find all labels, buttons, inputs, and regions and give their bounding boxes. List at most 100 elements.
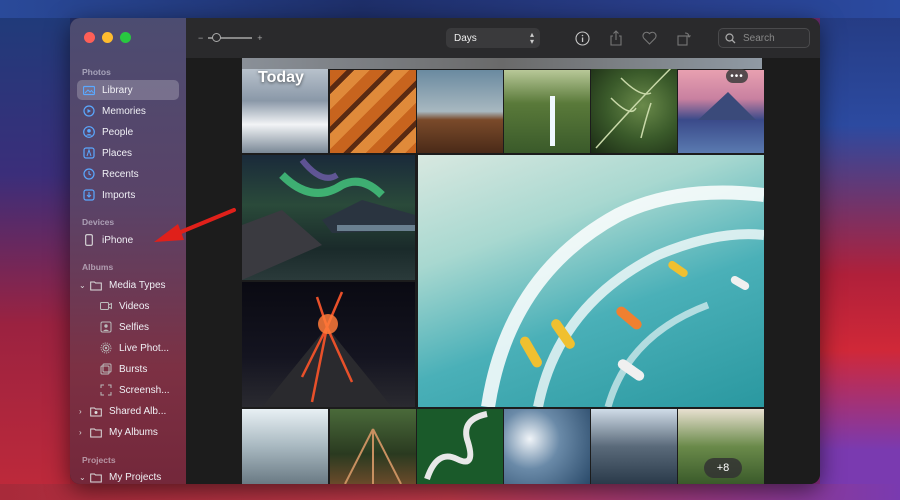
- photo-green-leaf[interactable]: [591, 58, 677, 153]
- search-field[interactable]: [718, 28, 810, 48]
- screenshot-icon: [100, 384, 112, 396]
- photo-mountain-clouds[interactable]: [591, 409, 677, 484]
- select-arrows-icon: ▴ ▾: [529, 30, 534, 46]
- photo-monument-valley[interactable]: [417, 70, 503, 153]
- aurora-lights: [242, 158, 415, 280]
- sidebar-item-bursts[interactable]: Bursts: [77, 359, 179, 379]
- sidebar-item-selfies[interactable]: Selfies: [77, 317, 179, 337]
- desktop-wallpaper-right: [820, 0, 900, 500]
- sidebar-item-media-types[interactable]: ⌄ Media Types: [77, 275, 179, 295]
- sidebar-item-label: My Albums: [109, 426, 158, 438]
- person-icon: [83, 126, 95, 138]
- sidebar-item-memories[interactable]: Memories: [77, 101, 179, 121]
- waterfall-stream: [550, 96, 555, 146]
- photo-row-above[interactable]: [242, 58, 762, 69]
- sidebar-item-label: Bursts: [119, 363, 148, 375]
- photo-sand-dunes[interactable]: [330, 70, 416, 153]
- sidebar-item-label: Imports: [102, 189, 136, 201]
- sidebar-item-label: Videos: [119, 300, 150, 312]
- surf-waves: [481, 185, 764, 407]
- live-photo-icon: [100, 342, 112, 354]
- heart-icon: [641, 31, 657, 45]
- road-curve: [424, 411, 488, 481]
- search-icon: [725, 32, 736, 43]
- map-pin-icon: [83, 147, 95, 159]
- zoom-in-label: +: [257, 33, 263, 43]
- chevron-right-icon[interactable]: ›: [79, 428, 87, 437]
- close-window-button[interactable]: [84, 32, 95, 43]
- chevron-down-icon[interactable]: ⌄: [79, 473, 87, 482]
- sidebar-item-recents[interactable]: Recents: [77, 164, 179, 184]
- desktop-wallpaper-bottom: [0, 484, 900, 500]
- folder-icon: [90, 279, 102, 291]
- photo-volcano-eruption[interactable]: [242, 282, 415, 407]
- sidebar-item-label: Memories: [102, 105, 146, 117]
- desktop-wallpaper-left: [0, 0, 70, 500]
- zoom-slider[interactable]: − +: [198, 32, 268, 44]
- chevron-down-icon[interactable]: ⌄: [79, 281, 87, 290]
- share-icon: [610, 30, 622, 46]
- toolbar: − + Days ▴ ▾: [186, 18, 820, 59]
- sidebar-item-places[interactable]: Places: [77, 143, 179, 163]
- view-select[interactable]: Days ▴ ▾: [446, 28, 540, 48]
- photo-grid: Today ••• +8: [186, 58, 820, 484]
- photo-suspension-bridge[interactable]: [330, 409, 416, 484]
- section-title-today: Today: [258, 69, 304, 86]
- sidebar-item-label: Recents: [102, 168, 139, 180]
- more-options-button[interactable]: •••: [726, 69, 748, 83]
- photo-winding-road[interactable]: [417, 409, 503, 484]
- sidebar-section-projects: Projects: [82, 455, 116, 465]
- sidebar: Photos Library Memories People Places Re…: [70, 18, 186, 484]
- iphone-icon: [83, 234, 95, 246]
- sidebar-section-devices: Devices: [82, 217, 115, 227]
- info-button[interactable]: [574, 30, 590, 46]
- sidebar-item-live-photos[interactable]: Live Phot...: [77, 338, 179, 358]
- favorite-button[interactable]: [641, 30, 657, 46]
- zoom-track[interactable]: [208, 33, 253, 42]
- search-input[interactable]: [741, 31, 809, 45]
- bursts-icon: [100, 363, 112, 375]
- sidebar-item-shared-albums[interactable]: › Shared Alb...: [77, 401, 179, 421]
- sidebar-item-label: iPhone: [102, 234, 134, 246]
- sidebar-item-label: Places: [102, 147, 133, 159]
- zoom-window-button[interactable]: [120, 32, 131, 43]
- zoom-out-label: −: [198, 33, 204, 43]
- desktop-wallpaper-top: [0, 0, 900, 18]
- photo-library-icon: [83, 84, 95, 96]
- sidebar-item-label: People: [102, 126, 134, 138]
- clock-icon: [83, 168, 95, 180]
- rotate-button[interactable]: [675, 30, 691, 46]
- bridge-lines: [344, 428, 402, 484]
- photo-aurora[interactable]: [242, 155, 415, 280]
- photo-pink-volcano[interactable]: [678, 70, 764, 153]
- more-photos-badge[interactable]: +8: [704, 458, 742, 478]
- photos-window: Photos Library Memories People Places Re…: [70, 18, 820, 484]
- sidebar-section-albums: Albums: [82, 262, 114, 272]
- video-icon: [100, 300, 112, 312]
- leaf-veins: [595, 62, 677, 149]
- sidebar-item-imports[interactable]: Imports: [77, 185, 179, 205]
- photo-snow-forest-aerial[interactable]: [504, 409, 590, 484]
- import-icon: [83, 189, 95, 201]
- volcano-shape: [698, 92, 756, 120]
- minimize-window-button[interactable]: [102, 32, 113, 43]
- sidebar-item-label: Media Types: [109, 279, 166, 291]
- zoom-knob[interactable]: [212, 33, 222, 42]
- share-button[interactable]: [608, 30, 624, 46]
- chevron-right-icon[interactable]: ›: [79, 407, 87, 416]
- photo-snowy-trees[interactable]: [242, 409, 328, 484]
- sidebar-item-screenshots[interactable]: Screensh...: [77, 380, 179, 400]
- shared-album-icon: [90, 405, 102, 417]
- selfie-icon: [100, 321, 112, 333]
- sidebar-item-my-projects[interactable]: ⌄ My Projects: [77, 467, 179, 484]
- sidebar-item-label: My Projects: [109, 471, 162, 483]
- sidebar-item-videos[interactable]: Videos: [77, 296, 179, 316]
- sidebar-item-people[interactable]: People: [77, 122, 179, 142]
- sidebar-item-label: Selfies: [119, 321, 150, 333]
- sidebar-item-library[interactable]: Library: [77, 80, 179, 100]
- folder-icon: [90, 471, 102, 483]
- photo-waterfall-canyon[interactable]: [504, 70, 590, 153]
- photo-surfers[interactable]: [418, 155, 764, 407]
- sidebar-item-my-albums[interactable]: › My Albums: [77, 422, 179, 442]
- view-select-value: Days: [454, 32, 477, 44]
